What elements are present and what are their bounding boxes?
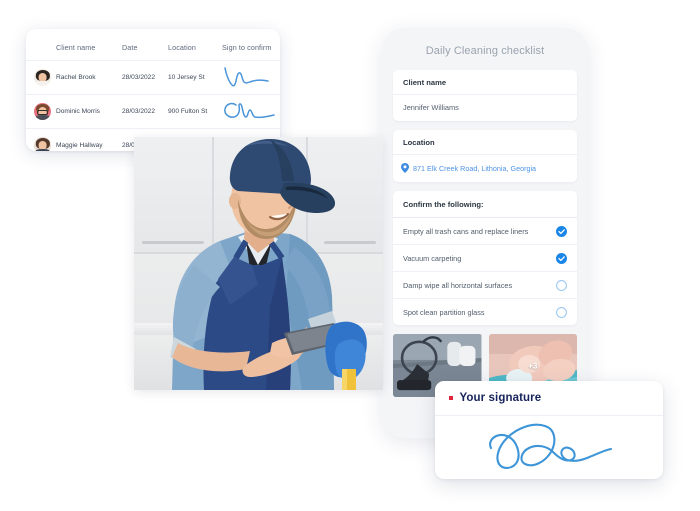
location-value-row[interactable]: 871 Elk Creek Road, Lithonia, Georgia	[393, 155, 577, 182]
location-field: Location 871 Elk Creek Road, Lithonia, G…	[393, 130, 577, 182]
client-name-field: Client name Jennifer Williams	[393, 70, 577, 121]
confirm-heading: Confirm the following:	[393, 191, 577, 217]
checklist-item-label: Empty all trash cans and replace liners	[403, 226, 529, 236]
cell-client-name: Rachel Brook	[56, 60, 122, 95]
signature-mark-icon	[224, 102, 275, 118]
table-header-row: Client name Date Location Sign to confir…	[26, 29, 280, 61]
row-avatar-cell	[26, 94, 56, 129]
column-header-client-name: Client name	[56, 43, 96, 52]
client-name-value[interactable]: Jennifer Williams	[393, 95, 577, 121]
column-header-avatar	[26, 29, 56, 61]
worker-illustration	[170, 139, 367, 390]
avatar	[34, 103, 51, 120]
table-row[interactable]: Dominic Morris 28/03/2022 900 Fulton St	[26, 94, 280, 129]
checklist-item[interactable]: Spot clean partition glass	[393, 298, 577, 325]
signature-header: Your signature	[435, 381, 663, 416]
attachment-more-count: +3	[528, 361, 538, 370]
cell-location: 900 Fulton St	[168, 94, 222, 129]
column-header-sign-to-confirm: Sign to confirm	[222, 43, 272, 52]
checklist-item-label: Spot clean partition glass	[403, 307, 485, 317]
avatar-body	[34, 114, 51, 120]
location-label: Location	[393, 130, 577, 155]
cell-signature[interactable]	[222, 60, 280, 95]
required-dot-icon	[449, 396, 453, 400]
cell-client-name: Maggie Hallway	[56, 128, 122, 151]
mockup-stage: Client name Date Location Sign to confir…	[0, 0, 700, 511]
clients-table: Client name Date Location Sign to confir…	[26, 29, 280, 151]
checklist: Empty all trash cans and replace liners …	[393, 217, 577, 325]
checklist-title: Daily Cleaning checklist	[425, 45, 545, 57]
checklist-item[interactable]: Empty all trash cans and replace liners	[393, 217, 577, 244]
column-header-date: Date	[122, 43, 138, 52]
cell-location: 10 Jersey St	[168, 60, 222, 95]
row-avatar-cell	[26, 128, 56, 151]
map-pin-icon	[401, 163, 409, 173]
clients-table-card: Client name Date Location Sign to confir…	[26, 29, 280, 151]
table-row[interactable]: Rachel Brook 28/03/2022 10 Jersey St	[26, 60, 280, 95]
checklist-item-label: Vacuum carpeting	[403, 253, 462, 263]
checkbox-checked-icon[interactable]	[556, 252, 567, 264]
column-header-location: Location	[168, 43, 196, 52]
table-header: Client name Date Location Sign to confir…	[26, 29, 280, 61]
phone-mockup: Daily Cleaning checklist Client name Jen…	[382, 28, 588, 438]
checklist-item[interactable]: Damp wipe all horizontal surfaces	[393, 271, 577, 298]
checkbox-checked-icon[interactable]	[556, 225, 567, 237]
cell-date: 28/03/2022	[122, 60, 168, 95]
location-address: 871 Elk Creek Road, Lithonia, Georgia	[413, 163, 537, 173]
signature-card: Your signature	[435, 381, 663, 479]
avatar-body	[34, 80, 51, 86]
signature-title: Your signature	[459, 392, 542, 404]
checkbox-unchecked-icon[interactable]	[556, 279, 567, 291]
signature-mark-icon	[224, 66, 269, 87]
signature-pad[interactable]	[435, 416, 663, 474]
checklist-item[interactable]: Vacuum carpeting	[393, 244, 577, 271]
cell-date: 28/03/2022	[122, 94, 168, 129]
client-name-label: Client name	[393, 70, 577, 95]
checkbox-unchecked-icon[interactable]	[556, 306, 567, 318]
cell-signature[interactable]	[222, 94, 280, 129]
cell-client-name: Dominic Morris	[56, 94, 122, 129]
row-avatar-cell	[26, 60, 56, 95]
checklist-item-label: Damp wipe all horizontal surfaces	[403, 280, 513, 290]
worker-photo	[134, 137, 383, 390]
avatar	[34, 69, 51, 86]
handwritten-signature-icon	[489, 423, 613, 469]
avatar-body	[34, 148, 51, 151]
avatar	[34, 137, 51, 151]
